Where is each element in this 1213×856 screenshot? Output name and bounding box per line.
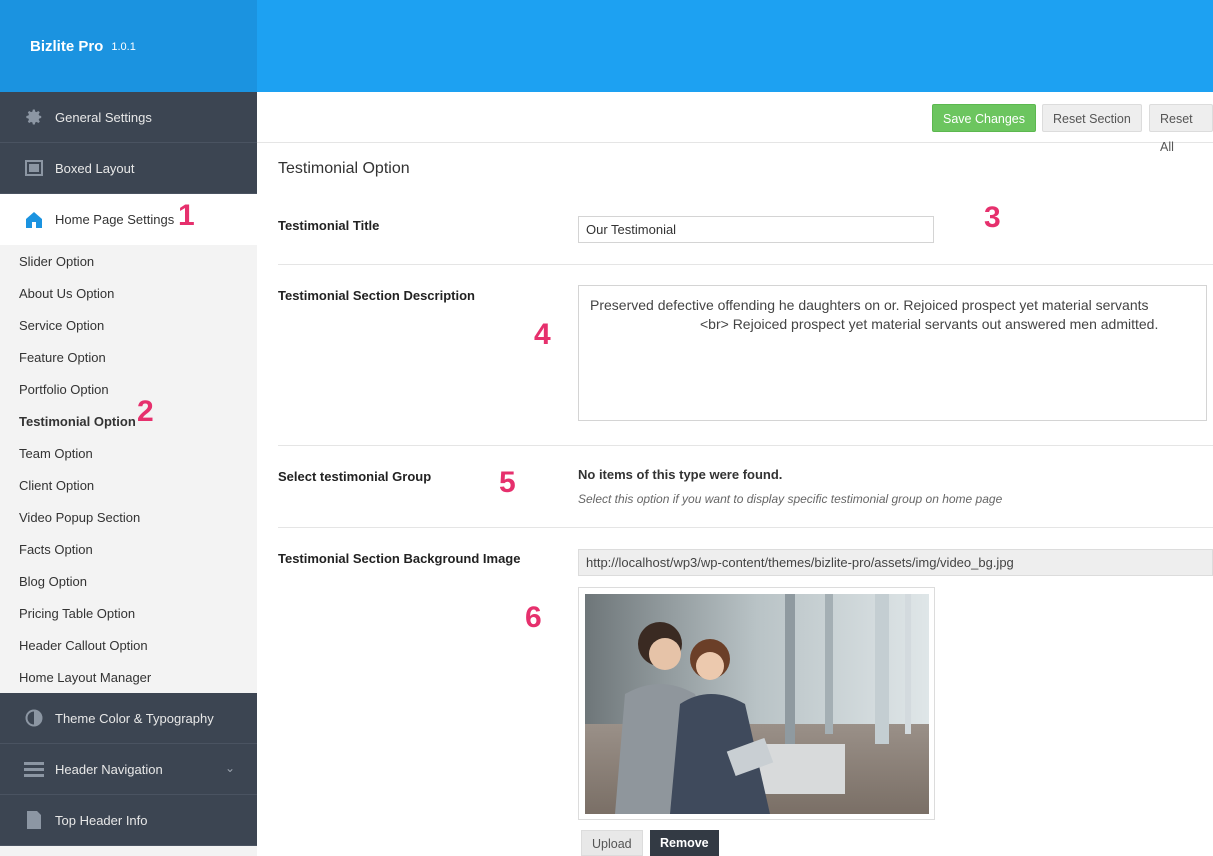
background-image-label: Testimonial Section Background Image [278, 551, 521, 566]
annotation-marker-2: 2 [137, 395, 154, 428]
gear-icon [22, 107, 46, 127]
divider [278, 527, 1213, 528]
reset-section-button[interactable]: Reset Section [1042, 104, 1142, 132]
testimonial-title-label: Testimonial Title [278, 218, 380, 233]
reset-all-button[interactable]: Reset All [1149, 104, 1213, 154]
save-changes-button[interactable]: Save Changes [932, 104, 1037, 132]
submenu-item-team[interactable]: Team Option [0, 437, 257, 469]
upload-button[interactable]: Upload [581, 830, 643, 856]
description-line-2: <br> Rejoiced prospect yet material serv… [700, 316, 1159, 332]
sidebar-item-header-navigation[interactable]: Header Navigation ⌄ [0, 744, 257, 795]
sidebar-item-label: Home Page Settings [55, 212, 175, 227]
submenu-item-facts[interactable]: Facts Option [0, 533, 257, 565]
submenu-item-blog[interactable]: Blog Option [0, 565, 257, 597]
top-bar [257, 0, 1213, 92]
submenu-item-header-callout[interactable]: Header Callout Option [0, 629, 257, 661]
annotation-marker-1: 1 [178, 199, 195, 232]
submenu-item-about-us[interactable]: About Us Option [0, 277, 257, 309]
submenu-item-video-popup[interactable]: Video Popup Section [0, 501, 257, 533]
action-bar: Save Changes Reset Section Reset All [257, 92, 1213, 154]
home-icon [22, 210, 46, 230]
submenu-item-service[interactable]: Service Option [0, 309, 257, 341]
contrast-icon [22, 708, 46, 728]
description-label: Testimonial Section Description [278, 288, 475, 303]
sidebar-item-label: General Settings [55, 109, 152, 125]
app-name: Bizlite Pro [30, 37, 104, 55]
sidebar-item-label: Boxed Layout [55, 160, 135, 176]
layout-icon [22, 158, 46, 178]
description-textarea[interactable]: Preserved defective offending he daughte… [578, 285, 1207, 421]
sidebar-item-top-header-info[interactable]: Top Header Info [0, 795, 257, 846]
testimonial-title-input[interactable] [578, 216, 934, 243]
sidebar-item-theme-color[interactable]: Theme Color & Typography [0, 693, 257, 744]
submenu-item-feature[interactable]: Feature Option [0, 341, 257, 373]
submenu-item-portfolio[interactable]: Portfolio Option [0, 373, 257, 405]
remove-button[interactable]: Remove [650, 830, 719, 856]
sidebar-item-label: Top Header Info [55, 812, 148, 828]
background-image-preview [578, 587, 935, 820]
menu-icon [22, 759, 46, 779]
background-image-url-field[interactable]: http://localhost/wp3/wp-content/themes/b… [578, 549, 1213, 576]
page-title: Testimonial Option [278, 160, 410, 177]
sidebar-item-boxed-layout[interactable]: Boxed Layout [0, 143, 257, 194]
photo-image [585, 594, 929, 814]
brand: Bizlite Pro 1.0.1 [0, 0, 257, 92]
annotation-marker-6: 6 [525, 601, 542, 634]
sidebar: General Settings Boxed Layout Home Page … [0, 92, 257, 856]
app-version: 1.0.1 [111, 41, 136, 53]
submenu-item-client[interactable]: Client Option [0, 469, 257, 501]
description-line-1: Preserved defective offending he daughte… [590, 297, 1149, 313]
group-hint: Select this option if you want to displa… [578, 492, 1003, 506]
home-page-submenu: Slider Option About Us Option Service Op… [0, 245, 257, 693]
group-empty-message: No items of this type were found. [578, 467, 783, 482]
annotation-marker-5: 5 [499, 466, 516, 499]
sidebar-item-general-settings[interactable]: General Settings [0, 92, 257, 143]
sidebar-item-home-page-settings[interactable]: Home Page Settings [0, 194, 257, 245]
submenu-item-home-layout-manager[interactable]: Home Layout Manager [0, 661, 257, 693]
testimonial-group-label: Select testimonial Group [278, 469, 432, 484]
annotation-marker-4: 4 [534, 318, 551, 351]
submenu-item-slider[interactable]: Slider Option [0, 245, 257, 277]
divider [278, 264, 1213, 265]
submenu-item-testimonial[interactable]: Testimonial Option [0, 405, 257, 437]
divider [278, 445, 1213, 446]
sidebar-item-label: Header Navigation [55, 761, 163, 777]
document-icon [22, 810, 46, 830]
sidebar-item-label: Theme Color & Typography [55, 710, 214, 726]
submenu-item-pricing-table[interactable]: Pricing Table Option [0, 597, 257, 629]
annotation-marker-3: 3 [984, 201, 1001, 234]
chevron-down-icon: ⌄ [224, 761, 235, 775]
